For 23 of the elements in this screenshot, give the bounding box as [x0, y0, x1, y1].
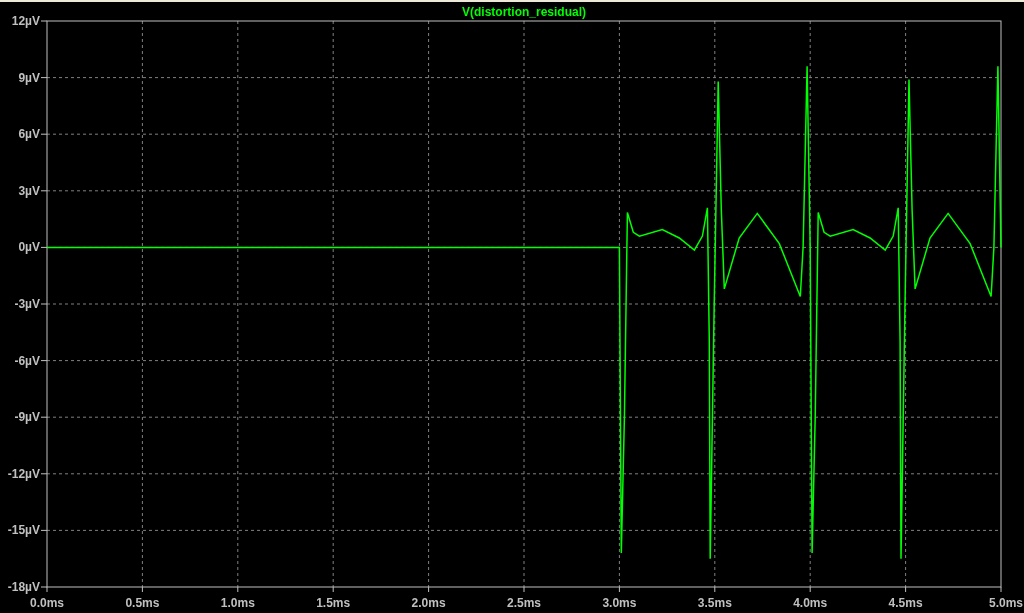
x-tick-label: 5.0ms: [988, 596, 1023, 610]
y-tick-label: 12µV: [11, 14, 40, 28]
trace-label[interactable]: V(distortion_residual): [462, 5, 586, 19]
y-tick-label: 3µV: [18, 183, 40, 198]
x-tick-label: 0.5ms: [125, 596, 160, 610]
x-tick-label: 2.5ms: [507, 596, 541, 610]
y-tick-label: -12µV: [7, 466, 40, 481]
y-tick-label: 9µV: [18, 70, 40, 85]
y-tick-label: -3µV: [14, 297, 40, 311]
y-tick-label: -6µV: [14, 353, 40, 368]
x-tick-label: 4.0ms: [793, 596, 828, 610]
y-tick-label: -15µV: [7, 523, 40, 538]
x-tick-label: 2.0ms: [411, 596, 446, 610]
x-tick-label: 3.5ms: [697, 596, 732, 610]
x-tick-label: 1.5ms: [316, 596, 351, 610]
y-tick-label: 6µV: [18, 127, 40, 142]
y-tick-label: -9µV: [14, 410, 40, 425]
y-tick-label: 0µV: [18, 240, 40, 255]
x-tick-label: 0.0ms: [30, 596, 64, 610]
x-tick-label: 1.0ms: [220, 596, 255, 610]
x-tick-label: 3.0ms: [602, 596, 637, 610]
x-tick-label: 4.5ms: [888, 596, 923, 610]
y-tick-label: -18µV: [7, 580, 40, 594]
